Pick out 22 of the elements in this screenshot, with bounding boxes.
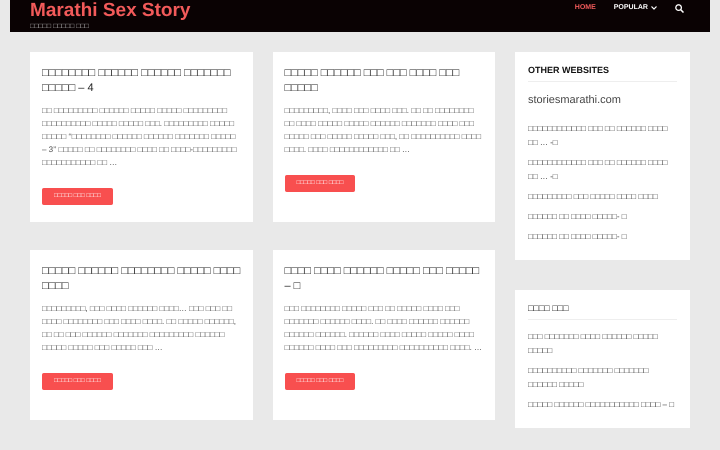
post-link[interactable]: □□□□□ □□□□□□ □□□□□□□□□□□ □□□□ – □ <box>528 398 677 412</box>
post-title[interactable]: □□□□□ □□□□□□ □□□ □□□ □□□□ □□□ □□□□□ <box>284 66 483 96</box>
search-icon[interactable] <box>675 4 684 12</box>
post-link[interactable]: □□□□□□ □□ □□□□ □□□□□- □ <box>528 230 677 244</box>
post-excerpt: □□□□□□□□□, □□□□ □□□ □□□□ □□□. □□ □□ □□□□□□□□ □□ □□□□ □□□□□ □□□□□ □□□□□□ □□□□□□□ □□□□ □□□ □□□□□ □□□ □□□□□ □□□□□ □□□, □□ □□□□□□□□□□ □□□□ □□□□. □□□□ □□□□□□□□□□□□ □□ … <box>284 105 482 156</box>
post-link[interactable]: □□□□□□□□□ □□□ □□□□□ □□□□ □□□□ <box>528 190 677 204</box>
website-link[interactable]: storiesmarathi.com <box>528 92 677 108</box>
post-link[interactable]: □□□□□□□□□□□□ □□□ □□ □□□□□□ □□□□ □□ … -□ <box>528 156 677 184</box>
widget-heading: □□□□ □□□ <box>528 302 677 320</box>
post-link[interactable]: □□□ □□□□□□□ □□□□ □□□□□□ □□□□□ □□□□□ <box>528 330 677 358</box>
post-title[interactable]: □□□□□ □□□□□□ □□□□□□□□ □□□□□ □□□□ □□□□ <box>42 264 240 294</box>
post-link[interactable]: □□□□□□□□□□□□ □□□ □□ □□□□□□ □□□□ □□ … -□ <box>528 122 677 150</box>
widget-heading: OTHER WEBSITES <box>528 64 677 82</box>
post-title[interactable]: □□□□ □□□□ □□□□□□ □□□□□ □□□ □□□□□ – □ <box>284 264 483 294</box>
chevron-down-icon <box>651 6 657 10</box>
post-link[interactable]: □□□□□□□□□□ □□□□□□□ □□□□□□□ □□□□□□ □□□□□ <box>528 364 677 392</box>
post-excerpt: □□□□□□□□□, □□□ □□□□ □□□□□□ □□□□… □□□ □□□ □□ □□□□ □□□□□□□□ □□□ □□□□ □□□□. □□ □□□□□ □□□□□□, □□ □□ □□□ □□□□□□ □□□□□□□ □□□□□□□□□ □□□□□□ □□□□□ □□□□□ □□□ □□□□□ □□□ … <box>42 302 237 354</box>
site-title[interactable]: Marathi Sex Story <box>30 0 190 22</box>
post-excerpt: □□ □□□□□□□□□ □□□□□□ □□□□□ □□□□□ □□□□□□□□□ □□□□□□□□□□ □□□□□ □□□□□ □□□. □□□□□□□□□ □□□□□ □□□□□ ‘‘□□□□□□□□ □□□□□□ □□□□□□ □□□□□□□ □□□□□ – 3’’ □□□□□ □□ □□□□□□□□ □□□□ □□ □□□□-□□□□□□□□□ □□□□□□□□□□□ □□ … <box>42 105 238 169</box>
post-excerpt: □□□ □□□□□□□□ □□□□□ □□□ □□ □□□□□ □□□□ □□□ □□□□□□□ □□□□□□ □□□□. □□ □□□□ □□□□□□ □□□□□□ □□□□□□ □□□□□□. □□□□□□ □□□□ □□□□□ □□□□□ □□□□ □□□□□□ □□□□ □□□ □□□□□□□□□ □□□□□□□□□□ □□□□. … <box>284 302 483 354</box>
post-title[interactable]: □□□□□□□□ □□□□□□ □□□□□□ □□□□□□□ □□□□□ – 4 <box>42 66 240 96</box>
post-link[interactable]: □□□□□□ □□ □□□□ □□□□□- □ <box>528 210 677 224</box>
